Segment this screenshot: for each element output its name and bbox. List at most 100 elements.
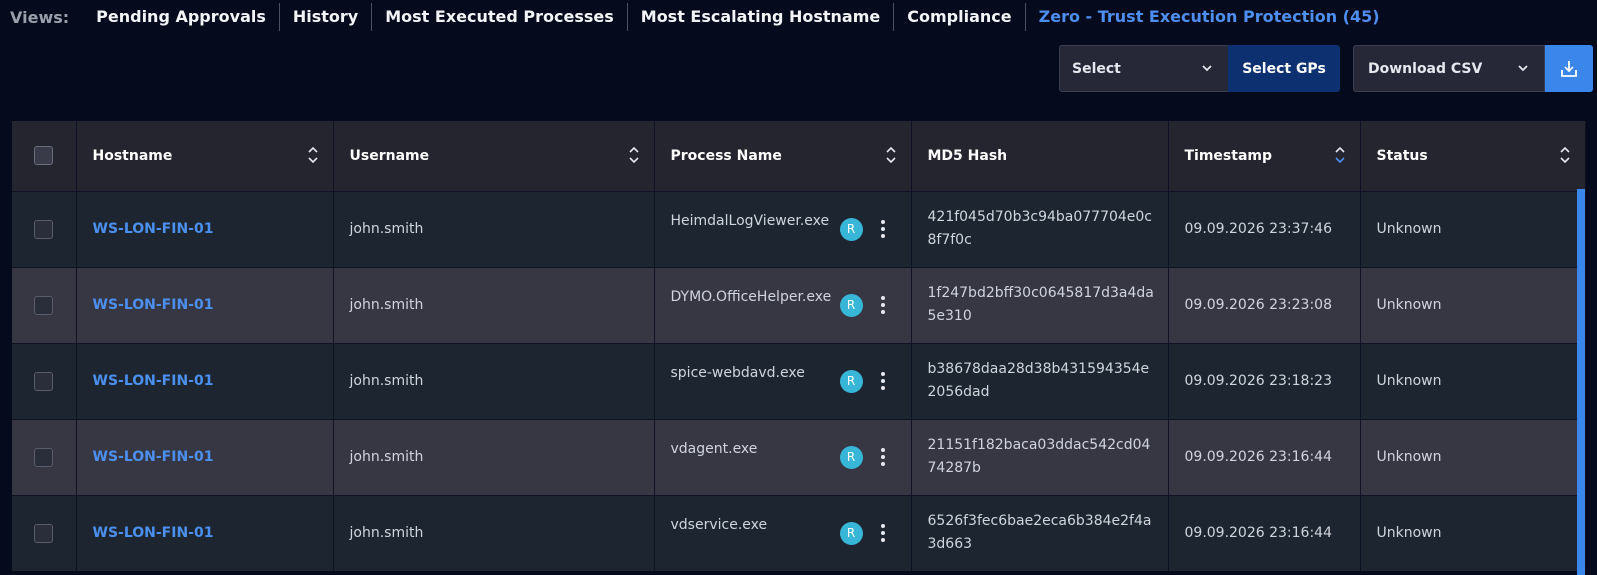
sort-icon[interactable] (1559, 145, 1571, 165)
timestamp-cell: 09.09.2026 23:23:08 (1168, 267, 1361, 343)
column-header-status[interactable]: Status (1360, 121, 1586, 191)
process-cell: HeimdalLogViewer.exe R (654, 191, 912, 267)
sort-desc-icon[interactable] (1334, 145, 1346, 165)
r-badge: R (839, 369, 863, 393)
chevron-down-icon (1518, 65, 1528, 72)
table-row: WS-LON-FIN-01 john.smith HeimdalLogViewe… (12, 191, 1586, 267)
sort-icon[interactable] (307, 145, 319, 165)
username-cell: john.smith (333, 191, 655, 267)
username-cell: john.smith (333, 419, 655, 495)
processes-table: Hostname Username Process Name MD5 Hash … (12, 121, 1597, 575)
process-name: vdagent.exe (670, 440, 758, 457)
timestamp-cell: 09.09.2026 23:18:23 (1168, 343, 1361, 419)
column-label-hostname: Hostname (92, 147, 173, 164)
sort-icon[interactable] (628, 145, 640, 165)
md5-cell: 21151f182baca03ddac542cd0474287b (911, 419, 1169, 495)
tab-zero-trust-execution-protection[interactable]: Zero - Trust Execution Protection (45) (1026, 3, 1393, 31)
process-name: HeimdalLogViewer.exe (670, 212, 830, 229)
column-label-status: Status (1376, 147, 1428, 164)
column-header-timestamp[interactable]: Timestamp (1168, 121, 1361, 191)
download-csv-dropdown[interactable]: Download CSV (1353, 45, 1545, 92)
username-cell: john.smith (333, 343, 655, 419)
column-header-username[interactable]: Username (333, 121, 655, 191)
hostname-cell: WS-LON-FIN-01 (76, 419, 334, 495)
hostname-cell: WS-LON-FIN-01 (76, 495, 334, 571)
hostname-cell: WS-LON-FIN-01 (76, 343, 334, 419)
md5-cell: b38678daa28d38b431594354e2056dad (911, 343, 1169, 419)
r-badge: R (839, 521, 863, 545)
tab-most-escalating-hostname[interactable]: Most Escalating Hostname (628, 3, 895, 31)
kebab-menu-icon[interactable] (879, 521, 887, 545)
status-cell: Unknown (1360, 419, 1586, 495)
row-checkbox[interactable] (34, 219, 54, 239)
hostname-link[interactable]: WS-LON-FIN-01 (93, 297, 214, 313)
row-select-cell (12, 191, 77, 267)
select-all-checkbox[interactable] (34, 146, 54, 166)
hostname-link[interactable]: WS-LON-FIN-01 (93, 525, 214, 541)
row-checkbox[interactable] (34, 371, 54, 391)
views-bar: Views: Pending Approvals History Most Ex… (0, 0, 1597, 34)
column-label-process-name: Process Name (670, 147, 782, 164)
table-scrollbar[interactable] (1577, 189, 1585, 575)
process-cell: DYMO.OfficeHelper.exe R (654, 267, 912, 343)
md5-cell: 1f247bd2bff30c0645817d3a4da5e310 (911, 267, 1169, 343)
status-cell: Unknown (1360, 495, 1586, 571)
process-cell: spice-webdavd.exe R (654, 343, 912, 419)
hostname-link[interactable]: WS-LON-FIN-01 (93, 449, 214, 465)
kebab-menu-icon[interactable] (879, 445, 887, 469)
table-row: WS-LON-FIN-01 john.smith vdservice.exe R… (12, 495, 1586, 571)
timestamp-cell: 09.09.2026 23:16:44 (1168, 495, 1361, 571)
gp-select-dropdown[interactable]: Select (1059, 45, 1229, 92)
download-csv-label: Download CSV (1368, 60, 1483, 77)
kebab-menu-icon[interactable] (879, 217, 887, 241)
tab-pending-approvals[interactable]: Pending Approvals (83, 3, 280, 31)
row-select-cell (12, 343, 77, 419)
r-badge: R (839, 293, 863, 317)
column-label-username: Username (349, 147, 430, 164)
download-button[interactable] (1545, 45, 1593, 92)
r-badge: R (839, 445, 863, 469)
tab-history[interactable]: History (280, 3, 373, 31)
md5-cell: 421f045d70b3c94ba077704e0c8f7f0c (911, 191, 1169, 267)
gp-select-value: Select (1072, 60, 1121, 77)
hostname-link[interactable]: WS-LON-FIN-01 (93, 221, 214, 237)
username-cell: john.smith (333, 495, 655, 571)
column-header-process-name[interactable]: Process Name (654, 121, 912, 191)
column-label-md5-hash: MD5 Hash (927, 147, 1008, 164)
table-row: WS-LON-FIN-01 john.smith vdagent.exe R 2… (12, 419, 1586, 495)
tab-compliance[interactable]: Compliance (894, 3, 1026, 31)
download-icon (1561, 60, 1577, 77)
views-label: Views: (10, 7, 70, 27)
table-header-row: Hostname Username Process Name MD5 Hash … (12, 121, 1586, 191)
process-name: spice-webdavd.exe (670, 364, 805, 381)
timestamp-cell: 09.09.2026 23:16:44 (1168, 419, 1361, 495)
row-checkbox[interactable] (34, 295, 54, 315)
username-cell: john.smith (333, 267, 655, 343)
select-all-cell (12, 121, 77, 191)
kebab-menu-icon[interactable] (879, 293, 887, 317)
table-row: WS-LON-FIN-01 john.smith spice-webdavd.e… (12, 343, 1586, 419)
timestamp-cell: 09.09.2026 23:37:46 (1168, 191, 1361, 267)
column-label-timestamp: Timestamp (1184, 147, 1273, 164)
status-cell: Unknown (1360, 343, 1586, 419)
column-header-hostname[interactable]: Hostname (76, 121, 334, 191)
r-badge: R (839, 217, 863, 241)
tab-most-executed-processes[interactable]: Most Executed Processes (372, 3, 628, 31)
kebab-menu-icon[interactable] (879, 369, 887, 393)
hostname-cell: WS-LON-FIN-01 (76, 267, 334, 343)
process-name: vdservice.exe (670, 516, 768, 533)
table-row: WS-LON-FIN-01 john.smith DYMO.OfficeHelp… (12, 267, 1586, 343)
row-select-cell (12, 267, 77, 343)
chevron-down-icon (1202, 65, 1212, 72)
row-checkbox[interactable] (34, 523, 54, 543)
md5-cell: 6526f3fec6bae2eca6b384e2f4a3d663 (911, 495, 1169, 571)
process-cell: vdagent.exe R (654, 419, 912, 495)
select-gps-button[interactable]: Select GPs (1228, 45, 1340, 92)
status-cell: Unknown (1360, 191, 1586, 267)
hostname-link[interactable]: WS-LON-FIN-01 (93, 373, 214, 389)
column-header-md5-hash: MD5 Hash (911, 121, 1169, 191)
row-select-cell (12, 495, 77, 571)
row-select-cell (12, 419, 77, 495)
row-checkbox[interactable] (34, 447, 54, 467)
sort-icon[interactable] (885, 145, 897, 165)
